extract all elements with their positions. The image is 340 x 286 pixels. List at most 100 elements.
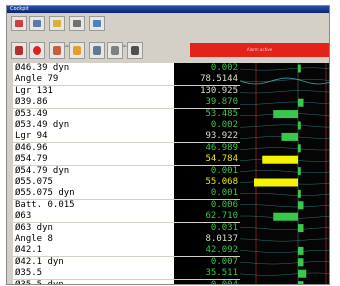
row-value: 54.784 — [174, 154, 240, 166]
row-trend-line — [240, 272, 329, 276]
row-value: 0.004 — [174, 279, 240, 284]
row-trend-line — [240, 124, 329, 128]
row-trend-line — [240, 170, 329, 174]
alarm-bar-text: Alarm active — [246, 47, 273, 52]
deviation-bar — [298, 269, 307, 278]
row-value: 78.5144 — [174, 74, 240, 86]
row-label: Ø53.49 dyn — [13, 120, 174, 131]
deviation-bar — [298, 189, 301, 198]
deviation-bar — [273, 110, 298, 119]
row-trend-line — [240, 90, 329, 94]
open-button[interactable] — [11, 16, 27, 31]
row-value: 8.0137 — [174, 234, 240, 245]
row-value: 42.092 — [174, 245, 240, 257]
row-label: Ø63 dyn — [13, 222, 174, 234]
open-icon — [15, 20, 23, 27]
stop-button[interactable] — [29, 42, 45, 59]
row-value: 53.485 — [174, 108, 240, 120]
application-window: Cockpit File View Tools Options Window A… — [6, 5, 330, 285]
deviation-bar — [298, 201, 304, 210]
row-label: Ø35.5 — [13, 268, 174, 280]
deviation-bar — [298, 167, 301, 176]
settings-button[interactable] — [69, 16, 85, 31]
warning-icon — [73, 46, 81, 55]
save-icon — [33, 20, 41, 27]
row-trend-line — [240, 284, 330, 285]
row-label: Ø39.86 — [13, 97, 174, 109]
row-label: Ø53.49 — [13, 108, 174, 120]
deviation-bar — [298, 224, 304, 233]
deviation-bar — [298, 258, 304, 267]
row-label: Ø54.79 dyn — [13, 165, 174, 177]
row-value: 0.001 — [174, 188, 240, 200]
tool-icon — [53, 46, 61, 55]
row-label: Lgr 94 — [13, 131, 174, 143]
row-trend-line — [240, 249, 329, 253]
row-value: 39.870 — [174, 97, 240, 109]
row-value: 62.710 — [174, 211, 240, 223]
deviation-bar — [254, 178, 298, 187]
row-label: Ø42.1 dyn — [13, 256, 174, 268]
row-label: Ø46.96 — [13, 142, 174, 154]
row-label: Ø46.39 dyn — [13, 63, 174, 74]
row-label: Angle 8 — [13, 234, 174, 245]
row-label: Ø63 — [13, 211, 174, 223]
save-button[interactable] — [29, 16, 45, 31]
measure-icon — [15, 46, 23, 55]
row-value: 93.922 — [174, 131, 240, 143]
folder-icon — [53, 20, 61, 27]
settings-icon — [73, 20, 81, 27]
chart-icon — [93, 46, 101, 55]
row-label: Ø35.5 dyn — [13, 279, 174, 284]
config-icon — [131, 46, 139, 55]
row-trend-line — [240, 101, 329, 105]
tool-button[interactable] — [49, 42, 65, 59]
trend-line — [240, 77, 329, 85]
deviation-strip — [240, 63, 330, 285]
row-label: Angle 79 — [13, 74, 174, 86]
window-title: Cockpit — [10, 6, 29, 12]
row-value: 0.031 — [174, 222, 240, 234]
deviation-bar — [298, 246, 304, 255]
row-label: Batt. 0.015 — [13, 199, 174, 211]
deviation-bar — [298, 121, 301, 130]
folder-button[interactable] — [49, 16, 65, 31]
row-value: 0.002 — [174, 120, 240, 131]
deviation-bar — [298, 98, 304, 107]
row-value: 0.006 — [174, 199, 240, 211]
deviation-bar — [298, 144, 301, 153]
row-value: 46.989 — [174, 142, 240, 154]
row-label: Ø55.075 dyn — [13, 188, 174, 200]
deviation-bar — [298, 281, 304, 284]
print-button[interactable] — [107, 42, 123, 59]
row-trend-line — [240, 67, 329, 71]
row-trend-line — [240, 204, 329, 208]
row-value: 130.925 — [174, 85, 240, 97]
deviation-bar — [298, 64, 301, 73]
row-trend-line — [240, 238, 329, 242]
deviation-bar — [281, 132, 298, 141]
row-label: Ø42.1 — [13, 245, 174, 257]
row-label: Ø54.79 — [13, 154, 174, 166]
print-icon — [111, 46, 119, 55]
row-value: 55.068 — [174, 177, 240, 188]
window-icon — [93, 20, 101, 27]
deviation-bar — [273, 212, 298, 221]
deviation-chart — [240, 63, 330, 285]
row-trend-line — [240, 192, 329, 196]
title-bar[interactable]: Cockpit — [7, 6, 329, 13]
measure-button[interactable] — [11, 42, 27, 59]
row-trend-line — [240, 261, 329, 265]
deviation-bar — [262, 155, 298, 164]
measurement-grid: Ø46.39 dyn 0.002 Angle 79 78.5144 Lgr 131 130… — [13, 63, 330, 285]
row-trend-line — [240, 227, 329, 231]
window-button[interactable] — [89, 16, 105, 31]
row-label: Lgr 131 — [13, 85, 174, 97]
warning-button[interactable] — [69, 42, 85, 59]
config-button[interactable] — [127, 42, 143, 59]
row-value: 0.007 — [174, 256, 240, 268]
row-trend-line — [240, 78, 329, 82]
chart-button[interactable] — [89, 42, 105, 59]
row-value: 0.002 — [174, 63, 240, 74]
row-value: 35.511 — [174, 268, 240, 280]
